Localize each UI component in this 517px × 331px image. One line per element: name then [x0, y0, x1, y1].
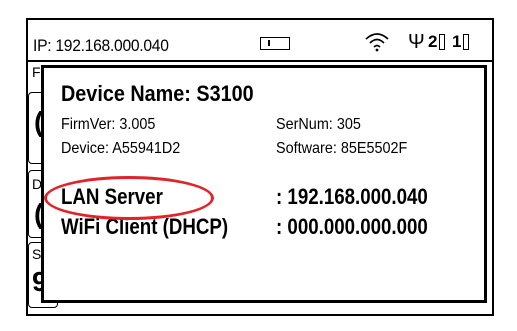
port-2-number: 2: [428, 32, 438, 51]
battery-icon: [260, 37, 290, 50]
bg-label-s: S: [32, 246, 42, 262]
port-icon: [439, 34, 445, 50]
ip-address-text: IP: 192.168.000.040: [33, 36, 169, 55]
firmware-version: FirmVer: 3.005: [61, 116, 156, 133]
wifi-client-ip: : 000.000.000.000: [276, 214, 428, 239]
device-name-title: Device Name: S3100: [61, 81, 254, 106]
port-1-number: 1: [452, 32, 462, 51]
serial-number: SerNum: 305: [276, 116, 361, 133]
usb-icon: Ψ: [408, 31, 425, 53]
device-info-popup: Device Name: S3100 FirmVer: 3.005 SerNum…: [42, 66, 486, 302]
bg-partial-text: F: [32, 64, 41, 80]
device-id: Device: A55941D2: [61, 140, 181, 157]
port-icon: [463, 34, 469, 50]
status-bar: IP: 192.168.000.040 Ψ 2 1: [28, 20, 492, 60]
software-version: Software: 85E5502F: [276, 140, 408, 157]
lan-server-ip: : 192.168.000.040: [276, 184, 428, 209]
wifi-client-label: WiFi Client (DHCP): [61, 214, 229, 239]
wifi-icon: [365, 33, 389, 52]
bg-label-d: D: [32, 176, 43, 192]
lan-server-label: LAN Server: [61, 184, 163, 209]
separator-line: [28, 60, 492, 62]
